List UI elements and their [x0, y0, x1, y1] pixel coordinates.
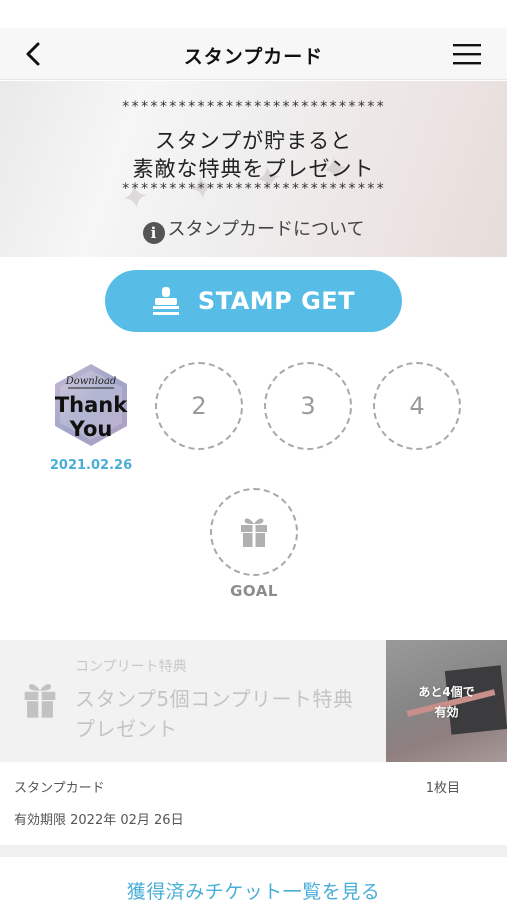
- view-tickets-link[interactable]: 獲得済みチケット一覧を見る: [0, 877, 507, 900]
- reward-name-line1: スタンプ5個コンプリート特典: [75, 687, 354, 711]
- reward-remaining-line1: あと4個で: [418, 685, 475, 699]
- banner-stars-top: ****************************: [121, 99, 386, 115]
- stamp-title: Download: [65, 376, 117, 387]
- stamp-slot-1-completed: Download Thank You: [48, 362, 134, 448]
- stamp-text-line2: You: [69, 417, 113, 441]
- top-nav-bar: スタンプカード: [0, 28, 507, 80]
- gift-icon: [241, 518, 267, 547]
- card-count: 1枚目: [425, 781, 460, 796]
- stamp-slot-goal: [210, 488, 298, 576]
- goal-label: GOAL: [230, 582, 278, 600]
- stamp-slot-number: 2: [191, 392, 207, 420]
- stamp-slot-4: 4: [373, 362, 461, 450]
- stamp-slot-2: 2: [155, 362, 243, 450]
- card-expiry: 有効期限 2022年 02月 26日: [14, 813, 184, 828]
- stamp-date: 2021.02.26: [49, 458, 133, 473]
- page-title: スタンプカード: [183, 46, 324, 68]
- about-stamp-card-label: スタンプカードについて: [167, 219, 365, 240]
- banner-message-line2: 素敵な特典をプレゼント: [132, 157, 375, 181]
- stamp-get-button[interactable]: STAMP GET: [105, 270, 402, 332]
- gift-icon: [24, 684, 56, 718]
- promo-banner: ✦ ✦ ✦ ✦ **************************** スタン…: [0, 81, 507, 257]
- banner-message-line1: スタンプが貯まると: [154, 129, 353, 153]
- reward-category: コンプリート特典: [75, 659, 187, 675]
- info-icon: i: [142, 222, 165, 244]
- complete-reward-panel[interactable]: コンプリート特典 スタンプ5個コンプリート特典 プレゼント あと4個で 有効: [0, 640, 507, 762]
- reward-name-line2: プレゼント: [75, 717, 178, 741]
- reward-remaining-line2: 有効: [434, 705, 459, 719]
- app: スタンプカード ✦ ✦ ✦ ✦ ************************…: [0, 0, 507, 900]
- stamp-text-line1: Thank: [55, 393, 128, 417]
- menu-button[interactable]: [452, 42, 482, 66]
- stamp-slot-number: 4: [409, 392, 425, 420]
- banner-stars-bottom: ****************************: [121, 181, 386, 197]
- hamburger-menu-icon: [453, 44, 481, 65]
- stamp-get-label: STAMP GET: [197, 287, 356, 315]
- thank-you-stamp-image: Download Thank You: [55, 364, 128, 446]
- reward-name: スタンプ5個コンプリート特典 プレゼント: [75, 684, 375, 744]
- about-stamp-card-link[interactable]: i スタンプカードについて: [0, 215, 507, 244]
- reward-remaining-badge: あと4個で 有効: [386, 682, 507, 722]
- stamp-icon: [152, 287, 179, 315]
- stamp-slot-number: 3: [300, 392, 316, 420]
- reward-thumbnail: あと4個で 有効: [386, 640, 507, 762]
- section-divider: [0, 845, 507, 857]
- card-label: スタンプカード: [14, 781, 105, 796]
- stamp-slot-3: 3: [264, 362, 352, 450]
